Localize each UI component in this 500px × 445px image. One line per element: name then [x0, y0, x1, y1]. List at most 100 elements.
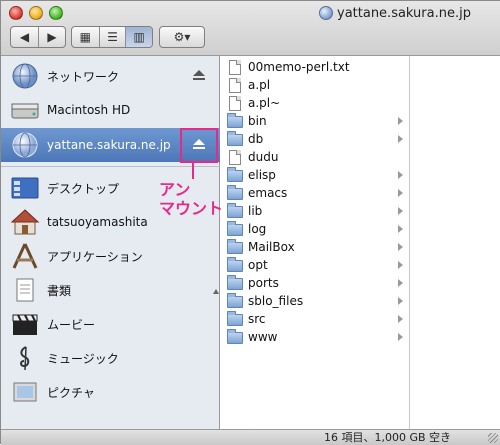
navigation-buttons: ◀ ▶	[10, 26, 66, 48]
annotation-text-line2: マウント	[159, 199, 224, 218]
list-item[interactable]: MailBox	[221, 238, 410, 256]
sidebar-item-documents[interactable]: 書類	[1, 273, 220, 307]
desktop-icon	[11, 177, 39, 199]
column-view-button[interactable]: ▥	[125, 27, 152, 47]
sidebar-item-label: ネットワーク	[47, 69, 120, 84]
folder-icon	[227, 131, 243, 146]
folder-icon	[227, 221, 243, 236]
annotation-pointer-line	[192, 163, 194, 179]
annotation-highlight-box	[180, 128, 218, 163]
sidebar-item-applications[interactable]: アプリケーション	[1, 239, 220, 273]
document-icon	[229, 59, 241, 75]
zoom-window-button[interactable]	[49, 6, 63, 20]
server-globe-icon	[319, 6, 333, 20]
sidebar-item-label: Macintosh HD	[47, 103, 131, 117]
chevron-right-icon	[398, 279, 403, 287]
empty-column	[411, 56, 500, 429]
chevron-right-icon	[398, 315, 403, 323]
sidebar-item-label: yattane.sakura.ne.jp	[47, 138, 171, 152]
chevron-right-icon	[398, 261, 403, 269]
list-item[interactable]: www	[221, 328, 410, 346]
sidebar-divider	[1, 166, 220, 167]
list-item[interactable]: opt	[221, 256, 410, 274]
action-menu[interactable]: ⚙▾	[159, 26, 205, 48]
applications-icon	[12, 243, 38, 269]
document-icon	[229, 77, 241, 93]
chevron-right-icon	[398, 117, 403, 125]
network-globe-icon	[12, 63, 38, 89]
forward-button[interactable]: ▶	[37, 27, 65, 47]
sidebar-item-label: ピクチャ	[47, 385, 95, 400]
sidebar-item-pictures[interactable]: ピクチャ	[1, 375, 220, 409]
view-mode-buttons: ▦ ☰ ▥	[71, 26, 153, 48]
chevron-right-icon	[398, 243, 403, 251]
eject-icon[interactable]	[192, 70, 206, 82]
folder-icon	[227, 329, 243, 344]
sidebar-item-label: ムービー	[47, 317, 96, 332]
list-item[interactable]: a.pl~	[221, 94, 410, 112]
chevron-right-icon	[398, 189, 403, 197]
chevron-right-icon	[398, 297, 403, 305]
movies-clapper-icon	[12, 314, 38, 335]
sidebar-item-network[interactable]: ネットワーク	[1, 59, 220, 93]
action-button[interactable]: ⚙▾	[160, 27, 204, 47]
list-item[interactable]: sblo_files	[221, 292, 410, 310]
list-item[interactable]: bin	[221, 112, 410, 130]
list-view-button[interactable]: ☰	[98, 27, 126, 47]
minimize-window-button[interactable]	[29, 6, 43, 20]
chevron-right-icon	[398, 333, 403, 341]
status-bar: 16 項目、1,000 GB 空き	[1, 429, 500, 445]
sidebar-item-label: tatsuoyamashita	[47, 215, 148, 229]
sidebar-item-music[interactable]: ミュージック	[1, 341, 220, 375]
chevron-right-icon	[398, 135, 403, 143]
chevron-right-icon	[398, 207, 403, 215]
gear-icon: ⚙▾	[173, 30, 191, 44]
folder-icon	[227, 185, 243, 200]
document-icon	[229, 149, 241, 165]
sidebar-item-label: アプリケーション	[47, 249, 143, 264]
music-clef-icon	[20, 346, 30, 371]
list-item[interactable]: emacs	[221, 184, 410, 202]
window-title-text: yattane.sakura.ne.jp	[337, 5, 471, 21]
list-item[interactable]: elisp	[221, 166, 410, 184]
back-button[interactable]: ◀	[11, 27, 38, 47]
list-item[interactable]: lib	[221, 202, 410, 220]
home-icon	[10, 209, 40, 235]
folder-icon	[227, 275, 243, 290]
toolbar: yattane.sakura.ne.jp ◀ ▶ ▦ ☰ ▥ ⚙▾	[1, 1, 500, 56]
column-view-icon: ▥	[133, 30, 145, 44]
sidebar-item-label: ミュージック	[47, 351, 119, 366]
folder-icon	[227, 239, 243, 254]
folder-icon	[227, 293, 243, 308]
window-title: yattane.sakura.ne.jp	[319, 4, 471, 22]
sidebar-resize-handle[interactable]	[213, 289, 219, 294]
server-globe-icon	[12, 132, 38, 158]
documents-icon	[16, 278, 34, 302]
sidebar-item-movies[interactable]: ムービー	[1, 307, 220, 341]
forward-arrow-icon: ▶	[47, 30, 57, 44]
list-item[interactable]: 00memo-perl.txt	[221, 58, 410, 76]
finder-window: yattane.sakura.ne.jp ◀ ▶ ▦ ☰ ▥ ⚙▾ ネットワーク…	[0, 0, 500, 445]
sidebar-item-macintosh-hd[interactable]: Macintosh HD	[1, 93, 220, 127]
pictures-icon	[13, 382, 37, 402]
folder-icon	[227, 167, 243, 182]
sidebar: ネットワーク Macintosh HD yattane.sakura.ne.jp	[1, 56, 220, 429]
annotation-text-line1: アン	[159, 180, 191, 199]
list-item[interactable]: a.pl	[221, 76, 410, 94]
icon-view-icon: ▦	[79, 30, 91, 44]
list-item[interactable]: src	[221, 310, 410, 328]
chevron-right-icon	[398, 225, 403, 233]
list-item[interactable]: dudu	[221, 148, 410, 166]
close-window-button[interactable]	[9, 6, 23, 20]
back-arrow-icon: ◀	[19, 30, 30, 44]
resize-grip-icon[interactable]	[488, 433, 498, 443]
list-item[interactable]: db	[221, 130, 410, 148]
file-column: 00memo-perl.txt a.pl a.pl~ bin db dudu e…	[221, 56, 410, 429]
status-text: 16 項目、1,000 GB 空き	[324, 431, 452, 444]
icon-view-button[interactable]: ▦	[72, 27, 99, 47]
sidebar-item-label: デスクトップ	[47, 181, 120, 196]
list-view-icon: ☰	[107, 30, 118, 44]
list-item[interactable]: log	[221, 220, 410, 238]
list-item[interactable]: ports	[221, 274, 410, 292]
chevron-right-icon	[398, 171, 403, 179]
